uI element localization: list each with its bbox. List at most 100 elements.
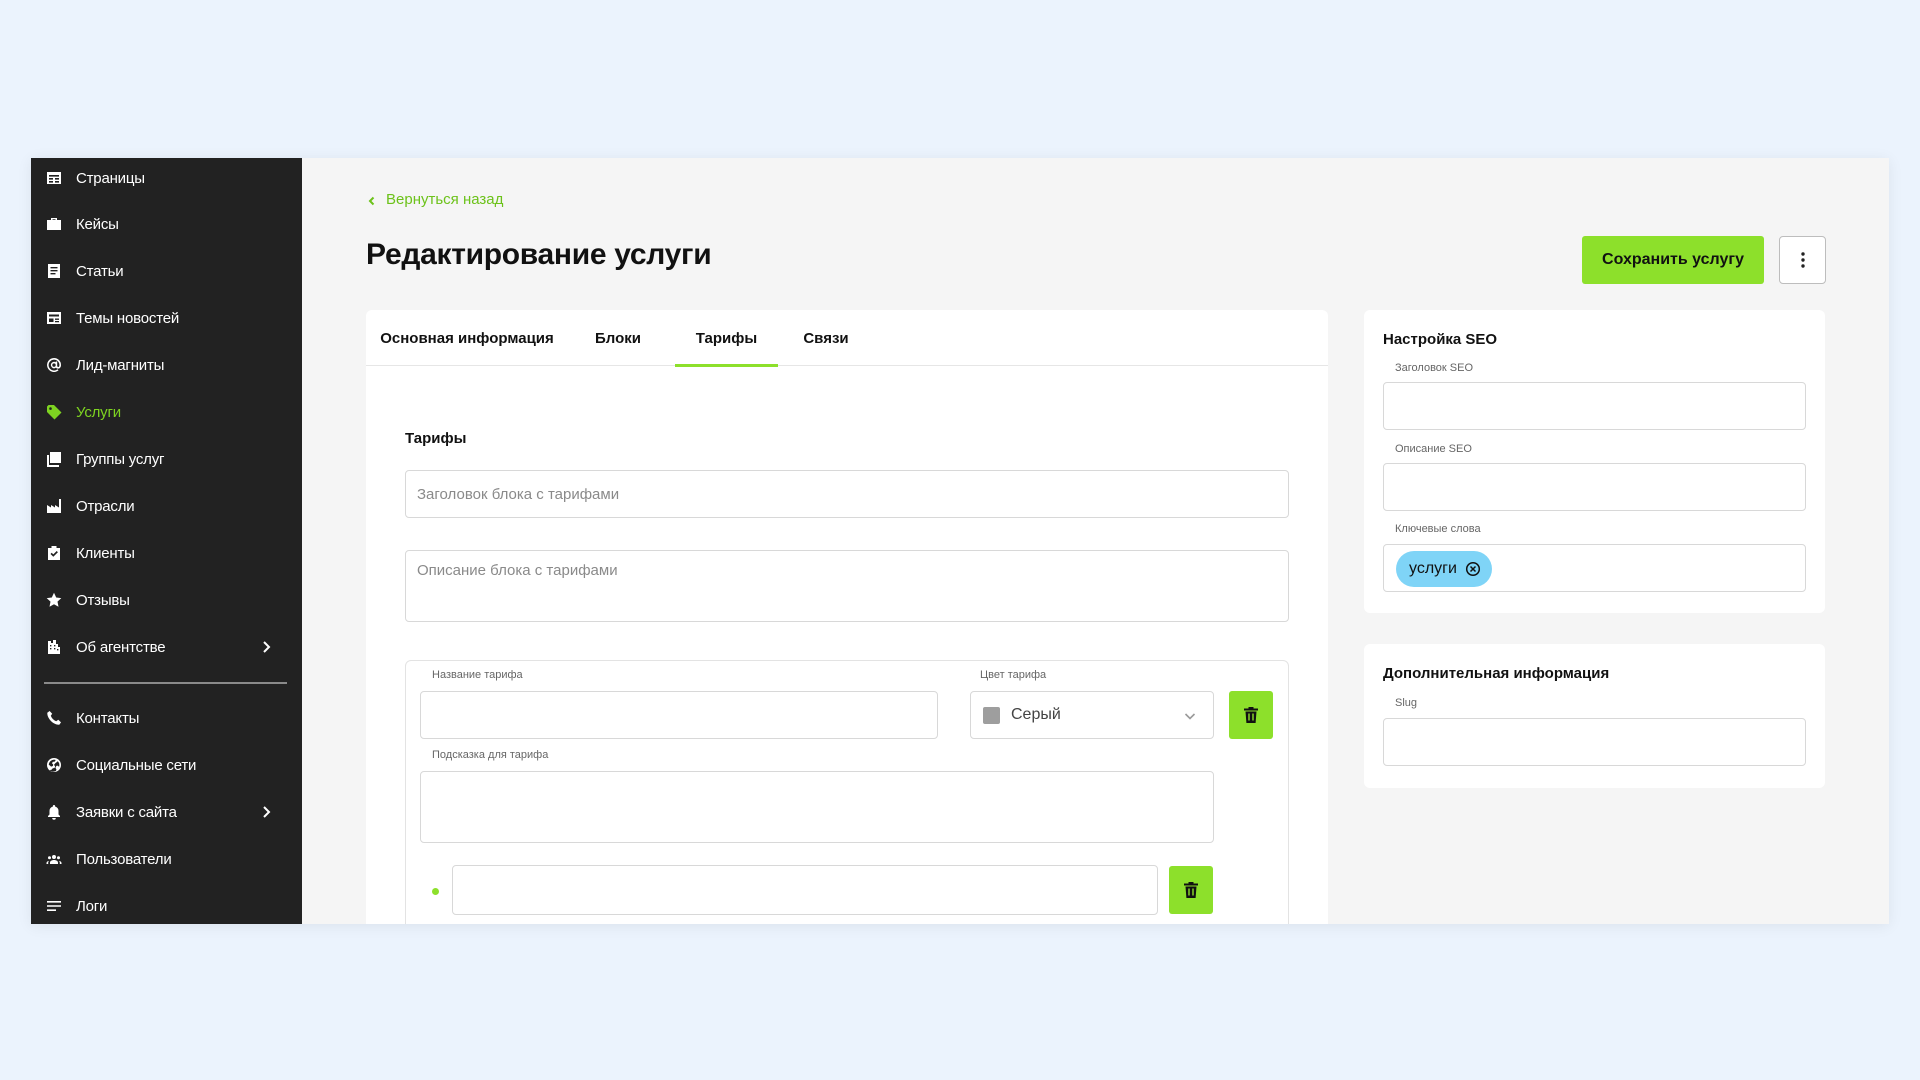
tariff-hint-input[interactable] — [420, 771, 1214, 843]
sidebar-item-industries[interactable]: Отрасли — [31, 486, 302, 526]
magnet-icon — [45, 356, 63, 374]
tariff-hint-label: Подсказка для тарифа — [432, 749, 549, 761]
remove-keyword-icon[interactable] — [1465, 561, 1481, 577]
delete-tariff-button[interactable] — [1229, 691, 1273, 739]
delete-feature-button[interactable] — [1169, 866, 1213, 914]
back-link[interactable]: Вернуться назад — [366, 191, 503, 208]
editor-card: Основная информация Блоки Тарифы Связи Т… — [366, 310, 1328, 924]
tariffs-section-title: Тарифы — [405, 430, 467, 447]
tag-icon — [45, 403, 63, 421]
chevron-right-icon — [258, 804, 274, 820]
sidebar-item-label: Контакты — [76, 709, 140, 727]
main-content: Вернуться назад Редактирование услуги Со… — [302, 158, 1889, 924]
seo-card-title: Настройка SEO — [1383, 331, 1498, 348]
color-swatch — [983, 706, 1000, 724]
globe-icon — [45, 756, 63, 774]
seo-title-label: Заголовок SEO — [1395, 362, 1474, 374]
sidebar-item-news-topics[interactable]: Темы новостей — [31, 298, 302, 338]
trash-icon — [1244, 707, 1258, 723]
tab-main-info[interactable]: Основная информация — [366, 310, 568, 366]
page-title: Редактирование услуги — [366, 238, 712, 271]
sidebar-item-label: Темы новостей — [76, 309, 180, 327]
tab-links[interactable]: Связи — [790, 310, 862, 366]
tariff-color-select[interactable]: Серый — [970, 691, 1214, 739]
tariff-color-value: Серый — [1011, 706, 1061, 723]
feature-bullet-icon — [432, 888, 439, 895]
sidebar-item-label: Статьи — [76, 262, 124, 280]
sidebar-item-cases[interactable]: Кейсы — [31, 204, 302, 244]
sidebar-item-service-groups[interactable]: Группы услуг — [31, 439, 302, 479]
tab-blocks[interactable]: Блоки — [586, 310, 650, 366]
sidebar-item-contacts[interactable]: Контакты — [31, 698, 302, 738]
chevron-right-icon — [258, 639, 274, 655]
users-icon — [45, 850, 63, 868]
sidebar-item-label: Услуги — [76, 403, 121, 421]
additional-info-title: Дополнительная информация — [1383, 665, 1610, 682]
seo-title-input[interactable] — [1383, 382, 1806, 430]
seo-description-input[interactable] — [1383, 463, 1806, 511]
lines-icon — [45, 897, 63, 915]
sidebar-item-label: Страницы — [76, 169, 145, 187]
sidebar-item-label: Заявки с сайта — [76, 803, 177, 821]
seo-description-label: Описание SEO — [1395, 443, 1472, 455]
keywords-label: Ключевые слова — [1395, 523, 1481, 535]
back-link-label: Вернуться назад — [386, 191, 504, 208]
sidebar-item-label: Группы услуг — [76, 450, 165, 468]
tariffs-block-title-input[interactable] — [405, 470, 1289, 518]
sidebar-item-reviews[interactable]: Отзывы — [31, 580, 302, 620]
star-icon — [45, 591, 63, 609]
sidebar-item-lead-magnets[interactable]: Лид-магниты — [31, 345, 302, 385]
briefcase-icon — [45, 215, 63, 233]
tariff-name-input[interactable] — [420, 691, 938, 739]
sidebar-item-social-networks[interactable]: Социальные сети — [31, 745, 302, 785]
pages-icon — [45, 169, 63, 187]
sidebar-item-label: Пользователи — [76, 850, 172, 868]
tariff-item-card: Название тарифа Цвет тарифа Серый Подска… — [405, 660, 1289, 924]
tariff-name-label: Название тарифа — [432, 669, 523, 681]
tabs-bar: Основная информация Блоки Тарифы Связи — [366, 310, 1328, 367]
folder-icon — [45, 450, 63, 468]
vertical-dots-icon — [1800, 252, 1805, 268]
keyword-chip: услуги — [1396, 551, 1492, 587]
building-icon — [45, 638, 63, 656]
trash-icon — [1184, 882, 1198, 898]
slug-label: Slug — [1395, 697, 1418, 709]
sidebar-item-label: Клиенты — [76, 544, 135, 562]
clipboard-icon — [45, 544, 63, 562]
keyword-chip-label: услуги — [1409, 560, 1457, 577]
chevron-down-icon — [1183, 709, 1197, 723]
tariff-feature-input[interactable] — [452, 865, 1158, 915]
seo-settings-card: Настройка SEO Заголовок SEO Описание SEO… — [1364, 310, 1825, 613]
sidebar-item-label: Социальные сети — [76, 756, 197, 774]
bell-icon — [45, 803, 63, 821]
tariffs-block-description-input[interactable] — [405, 550, 1289, 622]
sidebar-item-articles[interactable]: Статьи — [31, 251, 302, 291]
slug-input[interactable] — [1383, 718, 1806, 766]
tab-tariffs[interactable]: Тарифы — [675, 310, 778, 367]
sidebar-item-pages[interactable]: Страницы — [31, 158, 302, 198]
sidebar-item-about-agency[interactable]: Об агентстве — [31, 627, 302, 667]
phone-icon — [45, 709, 63, 727]
sidebar-item-label: Лид-магниты — [76, 356, 165, 374]
sidebar-item-label: Отзывы — [76, 591, 130, 609]
chevron-left-icon — [366, 194, 378, 206]
sidebar-item-label: Отрасли — [76, 497, 135, 515]
sidebar-item-services[interactable]: Услуги — [31, 392, 302, 432]
save-service-button[interactable]: Сохранить услугу — [1582, 236, 1764, 284]
sidebar-item-logs[interactable]: Логи — [31, 886, 302, 924]
sidebar-divider — [44, 682, 287, 684]
article-icon — [45, 262, 63, 280]
sidebar-item-site-requests[interactable]: Заявки с сайта — [31, 792, 302, 832]
sidebar: Страницы Кейсы Статьи Темы новостей Лид-… — [31, 158, 302, 924]
additional-info-card: Дополнительная информация Slug — [1364, 644, 1825, 788]
sidebar-item-users[interactable]: Пользователи — [31, 839, 302, 879]
app-window: Страницы Кейсы Статьи Темы новостей Лид-… — [31, 158, 1889, 924]
sidebar-item-label: Логи — [76, 897, 108, 915]
more-options-button[interactable] — [1779, 236, 1826, 284]
factory-icon — [45, 497, 63, 515]
keywords-input[interactable]: услуги — [1383, 544, 1806, 592]
sidebar-item-label: Об агентстве — [76, 638, 166, 656]
sidebar-item-clients[interactable]: Клиенты — [31, 533, 302, 573]
sidebar-item-label: Кейсы — [76, 215, 119, 233]
tariff-color-label: Цвет тарифа — [980, 669, 1047, 681]
